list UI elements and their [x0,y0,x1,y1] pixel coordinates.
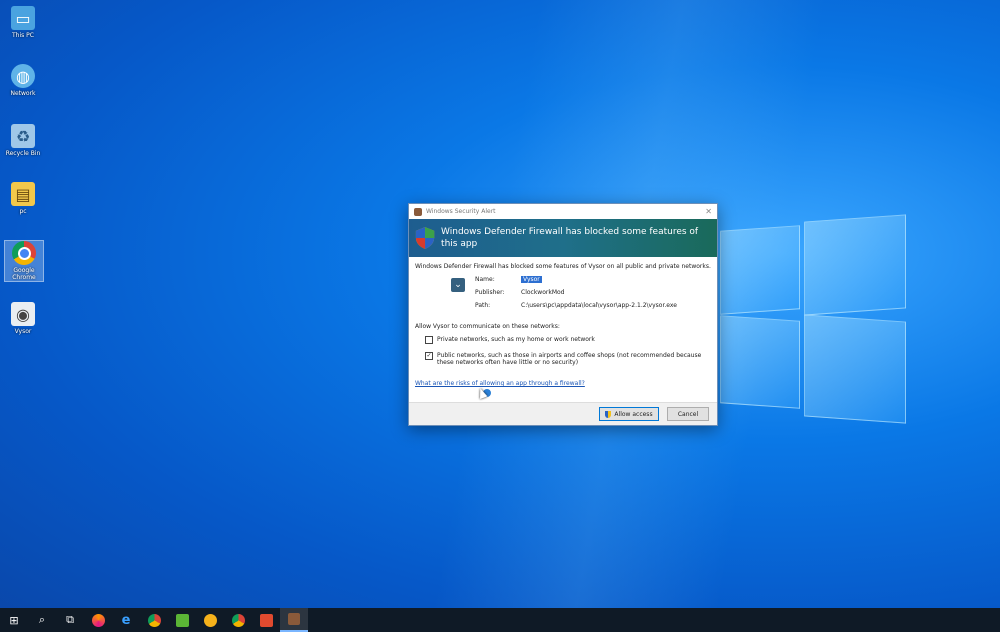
private-networks-text: Private networks, such as my home or wor… [437,336,595,343]
chrome-alt-icon[interactable] [224,608,252,632]
allow-access-button[interactable]: Allow access [599,407,659,421]
start-button[interactable]: ⊞ [0,608,28,632]
cancel-button[interactable]: Cancel [667,407,709,421]
details-grid: Name: Vysor Publisher: ClockworkMod Path… [475,276,677,309]
vysor-app-icon: ⌄ [451,278,465,292]
private-networks-option[interactable]: Private networks, such as my home or wor… [425,336,711,344]
logo-pane [804,314,906,424]
intro-text: Windows Defender Firewall has blocked so… [415,263,711,270]
desktop-icon-vysor[interactable]: ◉ Vysor [4,302,42,335]
desktop-icon-label: Vysor [14,328,32,335]
dialog-footer: Allow access Cancel [409,402,717,425]
search-icon[interactable]: ⌕ [28,608,56,632]
path-label: Path: [475,302,491,309]
allow-networks-label: Allow Vysor to communicate on these netw… [415,323,560,330]
desktop-icon-this-pc[interactable]: ▭ This PC [4,6,42,39]
chrome-icon[interactable] [140,608,168,632]
desktop-icon-network[interactable]: ◍ Network [4,64,42,97]
windows-logo-wallpaper [720,210,910,425]
red-app-icon[interactable] [252,608,280,632]
logo-pane [720,315,800,409]
computer-icon: ▭ [11,6,35,30]
network-globe-icon: ◍ [11,64,35,88]
desktop-icon-user-folder[interactable]: ▤ pc [4,182,42,215]
shield-icon [415,227,435,249]
public-networks-option[interactable]: ✓ Public networks, such as those in airp… [425,352,711,366]
dialog-title: Windows Security Alert [426,208,496,215]
publisher-label: Publisher: [475,289,505,296]
banner-heading: Windows Defender Firewall has blocked so… [441,227,699,249]
dialog-body: Windows Defender Firewall has blocked so… [409,257,717,387]
recycle-bin-icon: ♻ [11,124,35,148]
task-view-icon[interactable]: ⧉ [56,608,84,632]
desktop-icon-label: Network [10,90,36,97]
orange-app-icon[interactable] [196,608,224,632]
name-value-text: Vysor [521,276,542,283]
desktop-icon-label: This PC [12,32,34,39]
private-networks-checkbox[interactable] [425,336,433,344]
app-icon [414,207,422,216]
dialog-banner: Windows Defender Firewall has blocked so… [409,219,717,257]
public-networks-checkbox[interactable]: ✓ [425,352,433,360]
dialog-titlebar[interactable]: Windows Security Alert ✕ [409,204,717,219]
desktop-icon-label: Recycle Bin [5,150,41,157]
logo-pane [804,214,906,316]
name-label: Name: [475,276,495,283]
camtasia-icon[interactable] [168,608,196,632]
edge-icon[interactable]: e [112,608,140,632]
allow-access-label: Allow access [614,410,653,418]
name-value[interactable]: Vysor [521,276,677,283]
chrome-icon [12,241,36,265]
close-icon[interactable]: ✕ [705,207,712,216]
desktop-icon-recycle-bin[interactable]: ♻ Recycle Bin [4,124,42,157]
path-value: C:\users\pc\appdata\local\vysor\app-2.1.… [521,302,677,309]
user-folder-icon: ▤ [11,182,35,206]
desktop-icon-chrome[interactable]: Google Chrome [4,240,44,282]
app-details: ⌄ Name: Vysor Publisher: ClockworkMod Pa… [451,276,711,309]
firewall-risks-link[interactable]: What are the risks of allowing an app th… [415,380,711,387]
publisher-value: ClockworkMod [521,289,565,296]
desktop-icon-label: Google Chrome [12,267,36,281]
taskbar: ⊞ ⌕ ⧉ e [0,608,1000,632]
shield-small-icon [605,410,612,418]
security-alert-dialog: Windows Security Alert ✕ Windows Defende… [408,203,718,426]
public-networks-text: Public networks, such as those in airpor… [437,352,702,366]
vysor-taskbar-icon[interactable] [280,608,308,632]
desktop-icon-label: pc [19,208,27,215]
logo-pane [720,225,800,315]
firefox-icon[interactable] [84,608,112,632]
vysor-icon: ◉ [11,302,35,326]
